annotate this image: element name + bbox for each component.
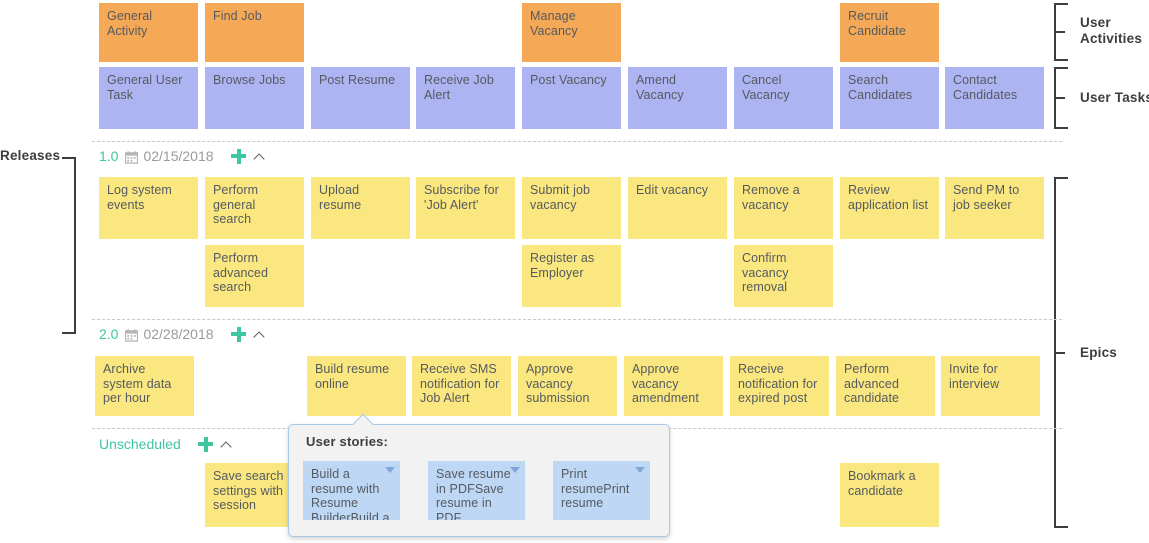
epic-card[interactable]: Approve vacancy submission (518, 356, 617, 416)
chevron-up-icon[interactable] (254, 151, 265, 162)
epic-card[interactable]: Send PM to job seeker (945, 177, 1044, 239)
epic-card[interactable]: Perform advanced search (205, 245, 304, 307)
user-story-label: Print resume (561, 481, 630, 511)
epic-card[interactable]: Perform general search (205, 177, 304, 239)
epic-card[interactable]: Review application list (840, 177, 939, 239)
release-version[interactable]: 1.0 (99, 148, 118, 164)
calendar-icon (125, 150, 139, 164)
caret-down-icon[interactable] (510, 467, 520, 473)
epic-card[interactable]: Perform advanced candidate (836, 356, 935, 416)
separator-release-1 (92, 141, 1062, 142)
user-story-card[interactable]: Print resumePrint resume (553, 461, 650, 520)
releases-label: Releases (0, 148, 61, 163)
task-card[interactable]: Amend Vacancy (628, 67, 727, 129)
epic-card[interactable]: Receive notification for expired post (730, 356, 829, 416)
release-version[interactable]: Unscheduled (99, 436, 181, 452)
calendar-icon (125, 328, 139, 342)
user-activities-label: User Activities (1080, 15, 1146, 47)
user-story-card[interactable]: Save resume in PDFSave resume in PDF (428, 461, 525, 520)
epic-card[interactable]: Receive SMS notification for Job Alert (412, 356, 511, 416)
epic-card[interactable]: Subscribe for 'Job Alert' (416, 177, 515, 239)
release-date[interactable]: 02/15/2018 (143, 148, 213, 164)
task-card[interactable]: Contact Candidates (945, 67, 1044, 129)
epics-label: Epics (1080, 345, 1118, 360)
epic-card[interactable]: Remove a vacancy (734, 177, 833, 239)
activity-card[interactable]: General Activity (99, 3, 198, 62)
releases-bracket (62, 157, 76, 334)
chevron-up-icon[interactable] (254, 329, 265, 340)
epic-card[interactable]: Confirm vacancy removal (734, 245, 833, 307)
task-card[interactable]: Cancel Vacancy (734, 67, 833, 129)
user-activities-label-line2: Activities (1080, 31, 1143, 46)
task-card[interactable]: Receive Job Alert (416, 67, 515, 129)
task-card[interactable]: Post Resume (311, 67, 410, 129)
epic-card[interactable]: Edit vacancy (628, 177, 727, 239)
activity-card[interactable]: Find Job (205, 3, 304, 62)
release-header-row: 1.0 02/15/2018 (99, 146, 265, 166)
user-tasks-label: User Tasks (1080, 90, 1149, 105)
popup-pointer (353, 413, 375, 425)
task-card[interactable]: Post Vacancy (522, 67, 621, 129)
plus-icon[interactable] (230, 326, 246, 342)
user-story-label: Build a resume with Resume Builder (350, 510, 390, 521)
epic-card[interactable]: Upload resume (311, 177, 410, 239)
caret-down-icon[interactable] (385, 467, 395, 473)
epic-card[interactable]: Archive system data per hour (95, 356, 194, 416)
user-story-label: Save resume in PDF (436, 481, 504, 521)
user-activities-label-line1: User (1080, 15, 1111, 30)
chevron-up-icon[interactable] (221, 439, 232, 450)
separator-release-2 (92, 319, 1062, 320)
task-card[interactable]: Browse Jobs (205, 67, 304, 129)
activity-card[interactable]: Manage Vacancy (522, 3, 621, 62)
user-story-card[interactable]: Build a resume with Resume BuilderBuild … (303, 461, 400, 520)
epic-card[interactable]: Approve vacancy amendment (624, 356, 723, 416)
caret-down-icon[interactable] (635, 467, 645, 473)
user-stories-popup: User stories: Build a resume with Resume… (288, 424, 670, 537)
epic-card[interactable]: Submit job vacancy (522, 177, 621, 239)
epic-card[interactable]: Build resume online (307, 356, 406, 416)
release-date[interactable]: 02/28/2018 (143, 326, 213, 342)
task-card[interactable]: Search Candidates (840, 67, 939, 129)
release-version[interactable]: 2.0 (99, 326, 118, 342)
epic-card[interactable]: Bookmark a candidate (840, 463, 939, 527)
epic-card[interactable]: Log system events (99, 177, 198, 239)
popup-title: User stories: (306, 434, 389, 449)
release-header-row: Unscheduled (99, 434, 232, 454)
plus-icon[interactable] (230, 148, 246, 164)
epic-card[interactable]: Register as Employer (522, 245, 621, 307)
release-header-row: 2.0 02/28/2018 (99, 324, 265, 344)
activity-card[interactable]: Recruit Candidate (840, 3, 939, 62)
plus-icon[interactable] (197, 436, 213, 452)
task-card[interactable]: General User Task (99, 67, 198, 129)
epic-card[interactable]: Invite for interview (941, 356, 1040, 416)
story-map-board: General Activity Find Job Manage Vacancy Re… (0, 0, 1149, 543)
